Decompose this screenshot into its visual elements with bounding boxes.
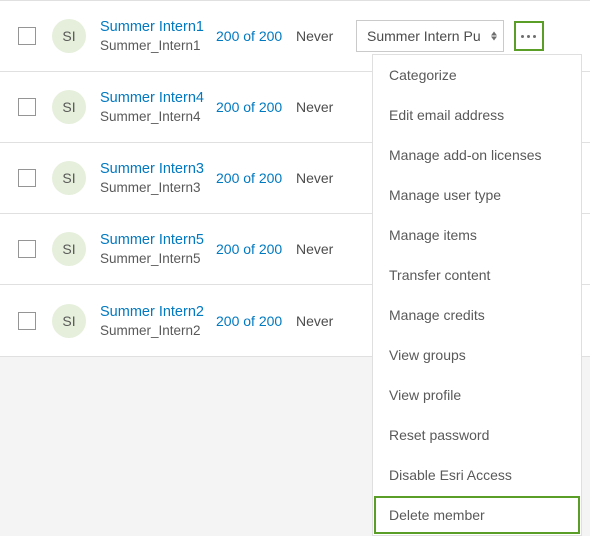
avatar: SI [52,161,86,195]
credits-link[interactable]: 200 of 200 [216,313,296,329]
menu-item-transfer-content[interactable]: Transfer content [373,255,581,295]
username-text: Summer_Intern2 [100,323,216,339]
menu-item-manage-items[interactable]: Manage items [373,215,581,255]
credits-link[interactable]: 200 of 200 [216,99,296,115]
display-name-link[interactable]: Summer Intern4 [100,89,216,107]
role-select[interactable]: Summer Intern Pu [356,20,504,52]
last-login-text: Never [296,28,356,44]
name-cell: Summer Intern2 Summer_Intern2 [100,303,216,339]
avatar: SI [52,19,86,53]
display-name-link[interactable]: Summer Intern5 [100,231,216,249]
name-cell: Summer Intern3 Summer_Intern3 [100,160,216,196]
credits-link[interactable]: 200 of 200 [216,241,296,257]
username-text: Summer_Intern5 [100,251,216,267]
last-login-text: Never [296,241,356,257]
context-menu: CategorizeEdit email addressManage add-o… [372,54,582,536]
avatar: SI [52,90,86,124]
display-name-link[interactable]: Summer Intern1 [100,18,216,36]
avatar: SI [52,304,86,338]
menu-item-manage-user-type[interactable]: Manage user type [373,175,581,215]
menu-item-categorize[interactable]: Categorize [373,55,581,95]
role-select-value: Summer Intern Pu [367,28,481,44]
name-cell: Summer Intern5 Summer_Intern5 [100,231,216,267]
last-login-text: Never [296,313,356,329]
menu-item-disable-esri-access[interactable]: Disable Esri Access [373,455,581,495]
credits-link[interactable]: 200 of 200 [216,28,296,44]
menu-item-manage-credits[interactable]: Manage credits [373,295,581,335]
menu-item-manage-add-on-licenses[interactable]: Manage add-on licenses [373,135,581,175]
display-name-link[interactable]: Summer Intern3 [100,160,216,178]
name-cell: Summer Intern1 Summer_Intern1 [100,18,216,54]
username-text: Summer_Intern3 [100,180,216,196]
menu-item-edit-email-address[interactable]: Edit email address [373,95,581,135]
select-caret-icon [491,32,497,41]
row-checkbox[interactable] [18,27,36,45]
menu-item-view-profile[interactable]: View profile [373,375,581,415]
avatar: SI [52,232,86,266]
last-login-text: Never [296,99,356,115]
row-checkbox[interactable] [18,312,36,330]
menu-item-view-groups[interactable]: View groups [373,335,581,375]
last-login-text: Never [296,170,356,186]
menu-item-reset-password[interactable]: Reset password [373,415,581,455]
username-text: Summer_Intern4 [100,109,216,125]
row-checkbox[interactable] [18,98,36,116]
more-options-button[interactable] [514,21,544,51]
row-checkbox[interactable] [18,240,36,258]
row-checkbox[interactable] [18,169,36,187]
username-text: Summer_Intern1 [100,38,216,54]
name-cell: Summer Intern4 Summer_Intern4 [100,89,216,125]
menu-item-delete-member[interactable]: Delete member [373,495,581,535]
credits-link[interactable]: 200 of 200 [216,170,296,186]
display-name-link[interactable]: Summer Intern2 [100,303,216,321]
